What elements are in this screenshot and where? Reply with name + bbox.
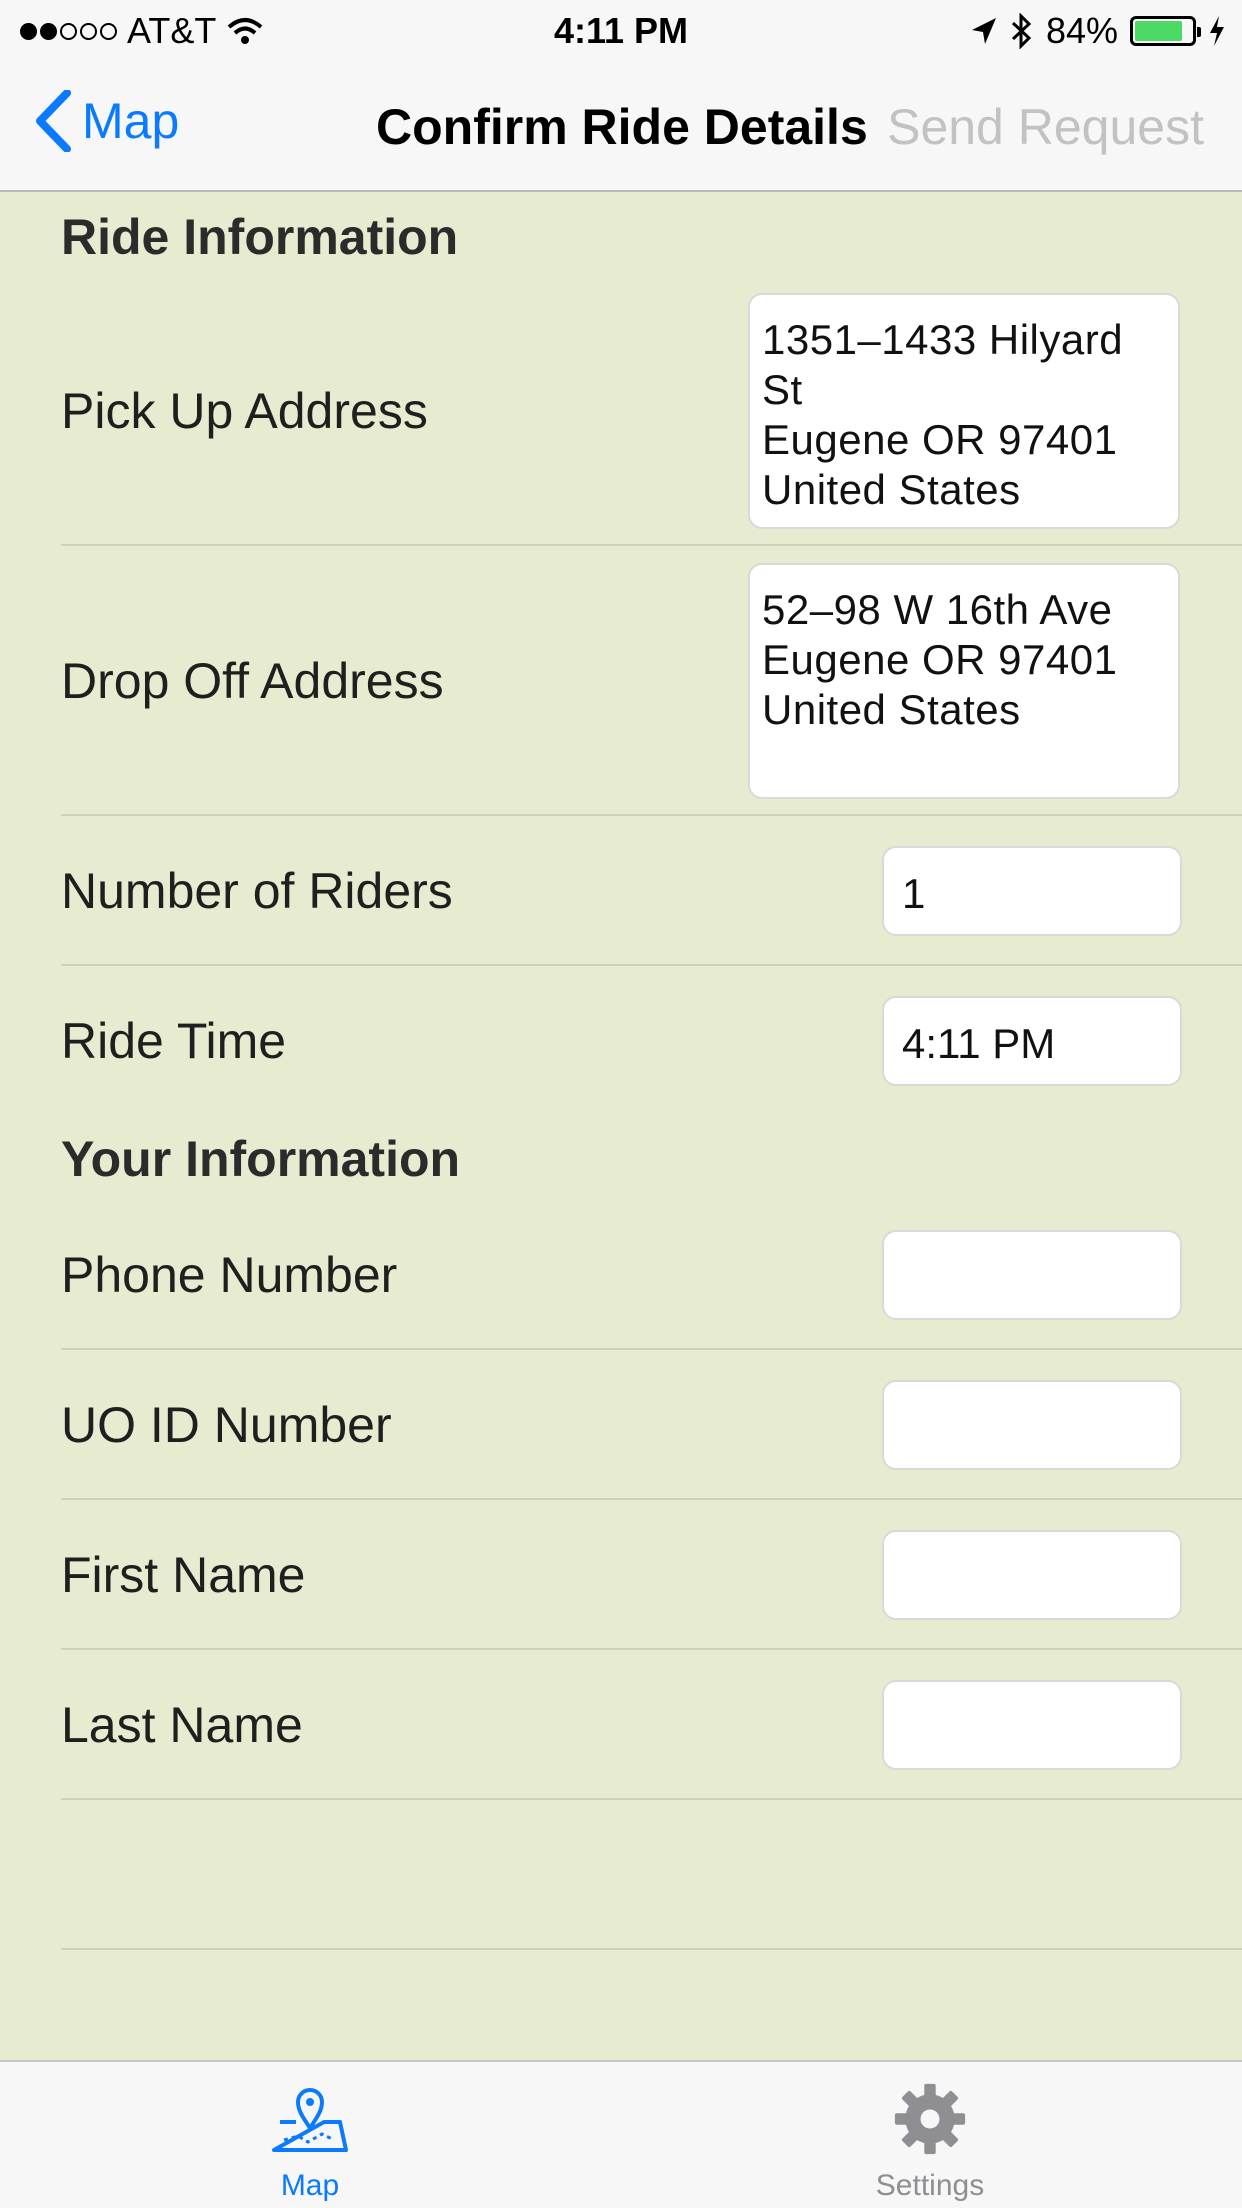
- dropoff-address-label: Drop Off Address: [61, 653, 444, 709]
- back-button[interactable]: Map: [34, 90, 179, 152]
- dropoff-address-field[interactable]: 52–98 W 16th Ave Eugene OR 97401 United …: [748, 563, 1180, 799]
- send-request-button[interactable]: Send Request: [887, 98, 1204, 156]
- tab-settings-label: Settings: [875, 2169, 985, 2202]
- back-button-label: Map: [82, 93, 180, 149]
- map-icon: [272, 2088, 348, 2152]
- number-of-riders-label: Number of Riders: [61, 863, 453, 919]
- separator: [61, 1948, 1242, 1950]
- bluetooth-icon: [1011, 13, 1032, 49]
- separator: [61, 544, 1242, 546]
- tab-settings[interactable]: Settings: [820, 2082, 1040, 2203]
- tab-map[interactable]: Map: [200, 2082, 420, 2203]
- battery-icon: [1130, 16, 1201, 46]
- separator: [61, 1648, 1242, 1650]
- number-of-riders-field[interactable]: 1: [882, 846, 1182, 936]
- page-title: Confirm Ride Details: [376, 99, 868, 155]
- phone-number-field[interactable]: [882, 1230, 1182, 1320]
- last-name-label: Last Name: [61, 1697, 303, 1753]
- charging-bolt-icon: [1210, 16, 1224, 46]
- separator: [61, 1348, 1242, 1350]
- status-bar: AT&T 4:11 PM 84%: [0, 0, 1242, 62]
- ride-information-header: Ride Information: [61, 209, 459, 265]
- pickup-address-field[interactable]: 1351–1433 Hilyard St Eugene OR 97401 Uni…: [748, 293, 1180, 529]
- phone-number-label: Phone Number: [61, 1247, 398, 1303]
- battery-percent: 84%: [1045, 10, 1118, 51]
- ride-time-field[interactable]: 4:11 PM: [882, 996, 1182, 1086]
- tab-bar: Map Settings: [0, 2060, 1242, 2208]
- tab-map-label: Map: [280, 2169, 340, 2202]
- pickup-address-label: Pick Up Address: [61, 383, 428, 439]
- uo-id-number-label: UO ID Number: [61, 1397, 392, 1453]
- uo-id-number-field[interactable]: [882, 1380, 1182, 1470]
- navigation-bar: Map Confirm Ride Details Send Request: [0, 62, 1242, 192]
- separator: [61, 1798, 1242, 1800]
- last-name-field[interactable]: [882, 1680, 1182, 1770]
- ride-time-label: Ride Time: [61, 1013, 287, 1069]
- gear-icon: [894, 2083, 966, 2155]
- separator: [61, 964, 1242, 966]
- battery-fill: [1135, 21, 1183, 41]
- first-name-label: First Name: [61, 1547, 306, 1603]
- first-name-field[interactable]: [882, 1530, 1182, 1620]
- chevron-left-icon: [36, 90, 71, 152]
- separator: [61, 1498, 1242, 1500]
- top-bar: AT&T 4:11 PM 84% Map Confirm Ride Detail…: [0, 0, 1242, 192]
- your-information-header: Your Information: [61, 1131, 461, 1187]
- separator: [61, 814, 1242, 816]
- location-arrow-icon: [971, 18, 996, 44]
